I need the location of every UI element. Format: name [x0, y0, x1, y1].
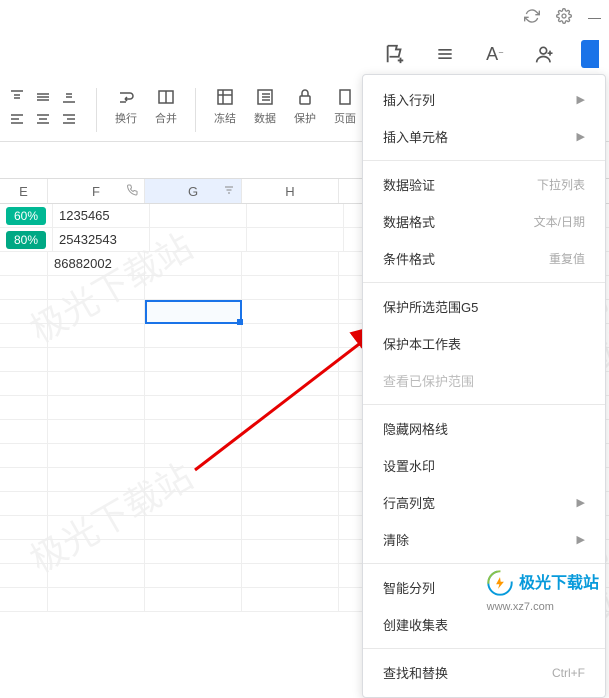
- menu-protect-sheet[interactable]: 保护本工作表: [363, 325, 605, 362]
- menu-separator: [363, 282, 605, 283]
- protect-icon: [296, 88, 314, 106]
- align-left-icon[interactable]: [8, 110, 26, 128]
- data-icon: [256, 88, 274, 106]
- merge-icon: [157, 88, 175, 106]
- freeze-icon: [216, 88, 234, 106]
- chevron-right-icon: ▶: [577, 130, 585, 143]
- freeze-label: 冻结: [214, 110, 236, 126]
- protect-group[interactable]: 保护: [294, 88, 316, 126]
- freeze-group[interactable]: 冻结: [214, 88, 236, 126]
- chevron-right-icon: ▶: [577, 533, 585, 546]
- cell-h3[interactable]: [242, 252, 339, 275]
- menu-data-format[interactable]: 数据格式文本/日期: [363, 203, 605, 240]
- flag-add-button[interactable]: [381, 40, 409, 68]
- cell-f2[interactable]: 25432543: [53, 228, 150, 251]
- site-logo: 极光下载站 www.xz7.com: [487, 569, 599, 613]
- merge-group[interactable]: 合并: [155, 88, 177, 126]
- menu-find-replace[interactable]: 查找和替换Ctrl+F: [363, 654, 605, 691]
- filter-icon[interactable]: [223, 184, 235, 199]
- wrap-label: 换行: [115, 110, 137, 126]
- cell-h1[interactable]: [247, 204, 344, 227]
- align-top-icon[interactable]: [8, 88, 26, 106]
- merge-label: 合并: [155, 110, 177, 126]
- cell-e1[interactable]: 60%: [0, 204, 53, 227]
- cell-e2[interactable]: 80%: [0, 228, 53, 251]
- menu-row-col-size[interactable]: 行高列宽▶: [363, 484, 605, 521]
- page-icon: [336, 88, 354, 106]
- cell-g1[interactable]: [150, 204, 247, 227]
- menu-clear[interactable]: 清除▶: [363, 521, 605, 558]
- font-button[interactable]: A⁻: [481, 40, 509, 68]
- menu-icon[interactable]: [431, 40, 459, 68]
- menu-separator: [363, 648, 605, 649]
- menu-insert-rowcol[interactable]: 插入行列▶: [363, 81, 605, 118]
- col-header-g[interactable]: G: [145, 179, 242, 203]
- window-controls: —: [524, 8, 601, 27]
- wrap-icon: [117, 88, 135, 106]
- menu-separator: [363, 160, 605, 161]
- align-bottom-icon[interactable]: [60, 88, 78, 106]
- page-group[interactable]: 页面: [334, 88, 356, 126]
- page-label: 页面: [334, 110, 356, 126]
- settings-icon[interactable]: [556, 8, 572, 27]
- cell-f1[interactable]: 1235465: [53, 204, 150, 227]
- align-right-icon[interactable]: [60, 110, 78, 128]
- col-header-e[interactable]: E: [0, 179, 48, 203]
- menu-view-protected: 查看已保护范围: [363, 362, 605, 399]
- chevron-right-icon: ▶: [577, 496, 585, 509]
- col-header-f[interactable]: F: [48, 179, 145, 203]
- align-center-icon[interactable]: [34, 110, 52, 128]
- menu-hide-gridlines[interactable]: 隐藏网格线: [363, 410, 605, 447]
- logo-icon: [487, 570, 513, 599]
- cell-e3[interactable]: [0, 252, 48, 275]
- align-middle-icon[interactable]: [34, 88, 52, 106]
- cell-g3[interactable]: [145, 252, 242, 275]
- chevron-right-icon: ▶: [577, 93, 585, 106]
- data-group[interactable]: 数据: [254, 88, 276, 126]
- menu-separator: [363, 404, 605, 405]
- data-label: 数据: [254, 110, 276, 126]
- menu-set-watermark[interactable]: 设置水印: [363, 447, 605, 484]
- share-button[interactable]: [531, 40, 559, 68]
- menu-separator: [363, 563, 605, 564]
- menu-protect-range[interactable]: 保护所选范围G5: [363, 288, 605, 325]
- align-group: [8, 88, 78, 128]
- menu-data-validate[interactable]: 数据验证下拉列表: [363, 166, 605, 203]
- refresh-icon[interactable]: [524, 8, 540, 27]
- primary-action-button[interactable]: [581, 40, 599, 68]
- protect-label: 保护: [294, 110, 316, 126]
- col-header-h[interactable]: H: [242, 179, 339, 203]
- wrap-group[interactable]: 换行: [115, 88, 137, 126]
- menu-cond-format[interactable]: 条件格式重复值: [363, 240, 605, 277]
- menu-insert-cell[interactable]: 插入单元格▶: [363, 118, 605, 155]
- phone-icon: [126, 184, 138, 199]
- minimize-icon[interactable]: —: [588, 10, 601, 25]
- cell-h2[interactable]: [247, 228, 344, 251]
- cell-g2[interactable]: [150, 228, 247, 251]
- cell-f3[interactable]: 86882002: [48, 252, 145, 275]
- top-toolbar: A⁻: [381, 40, 609, 68]
